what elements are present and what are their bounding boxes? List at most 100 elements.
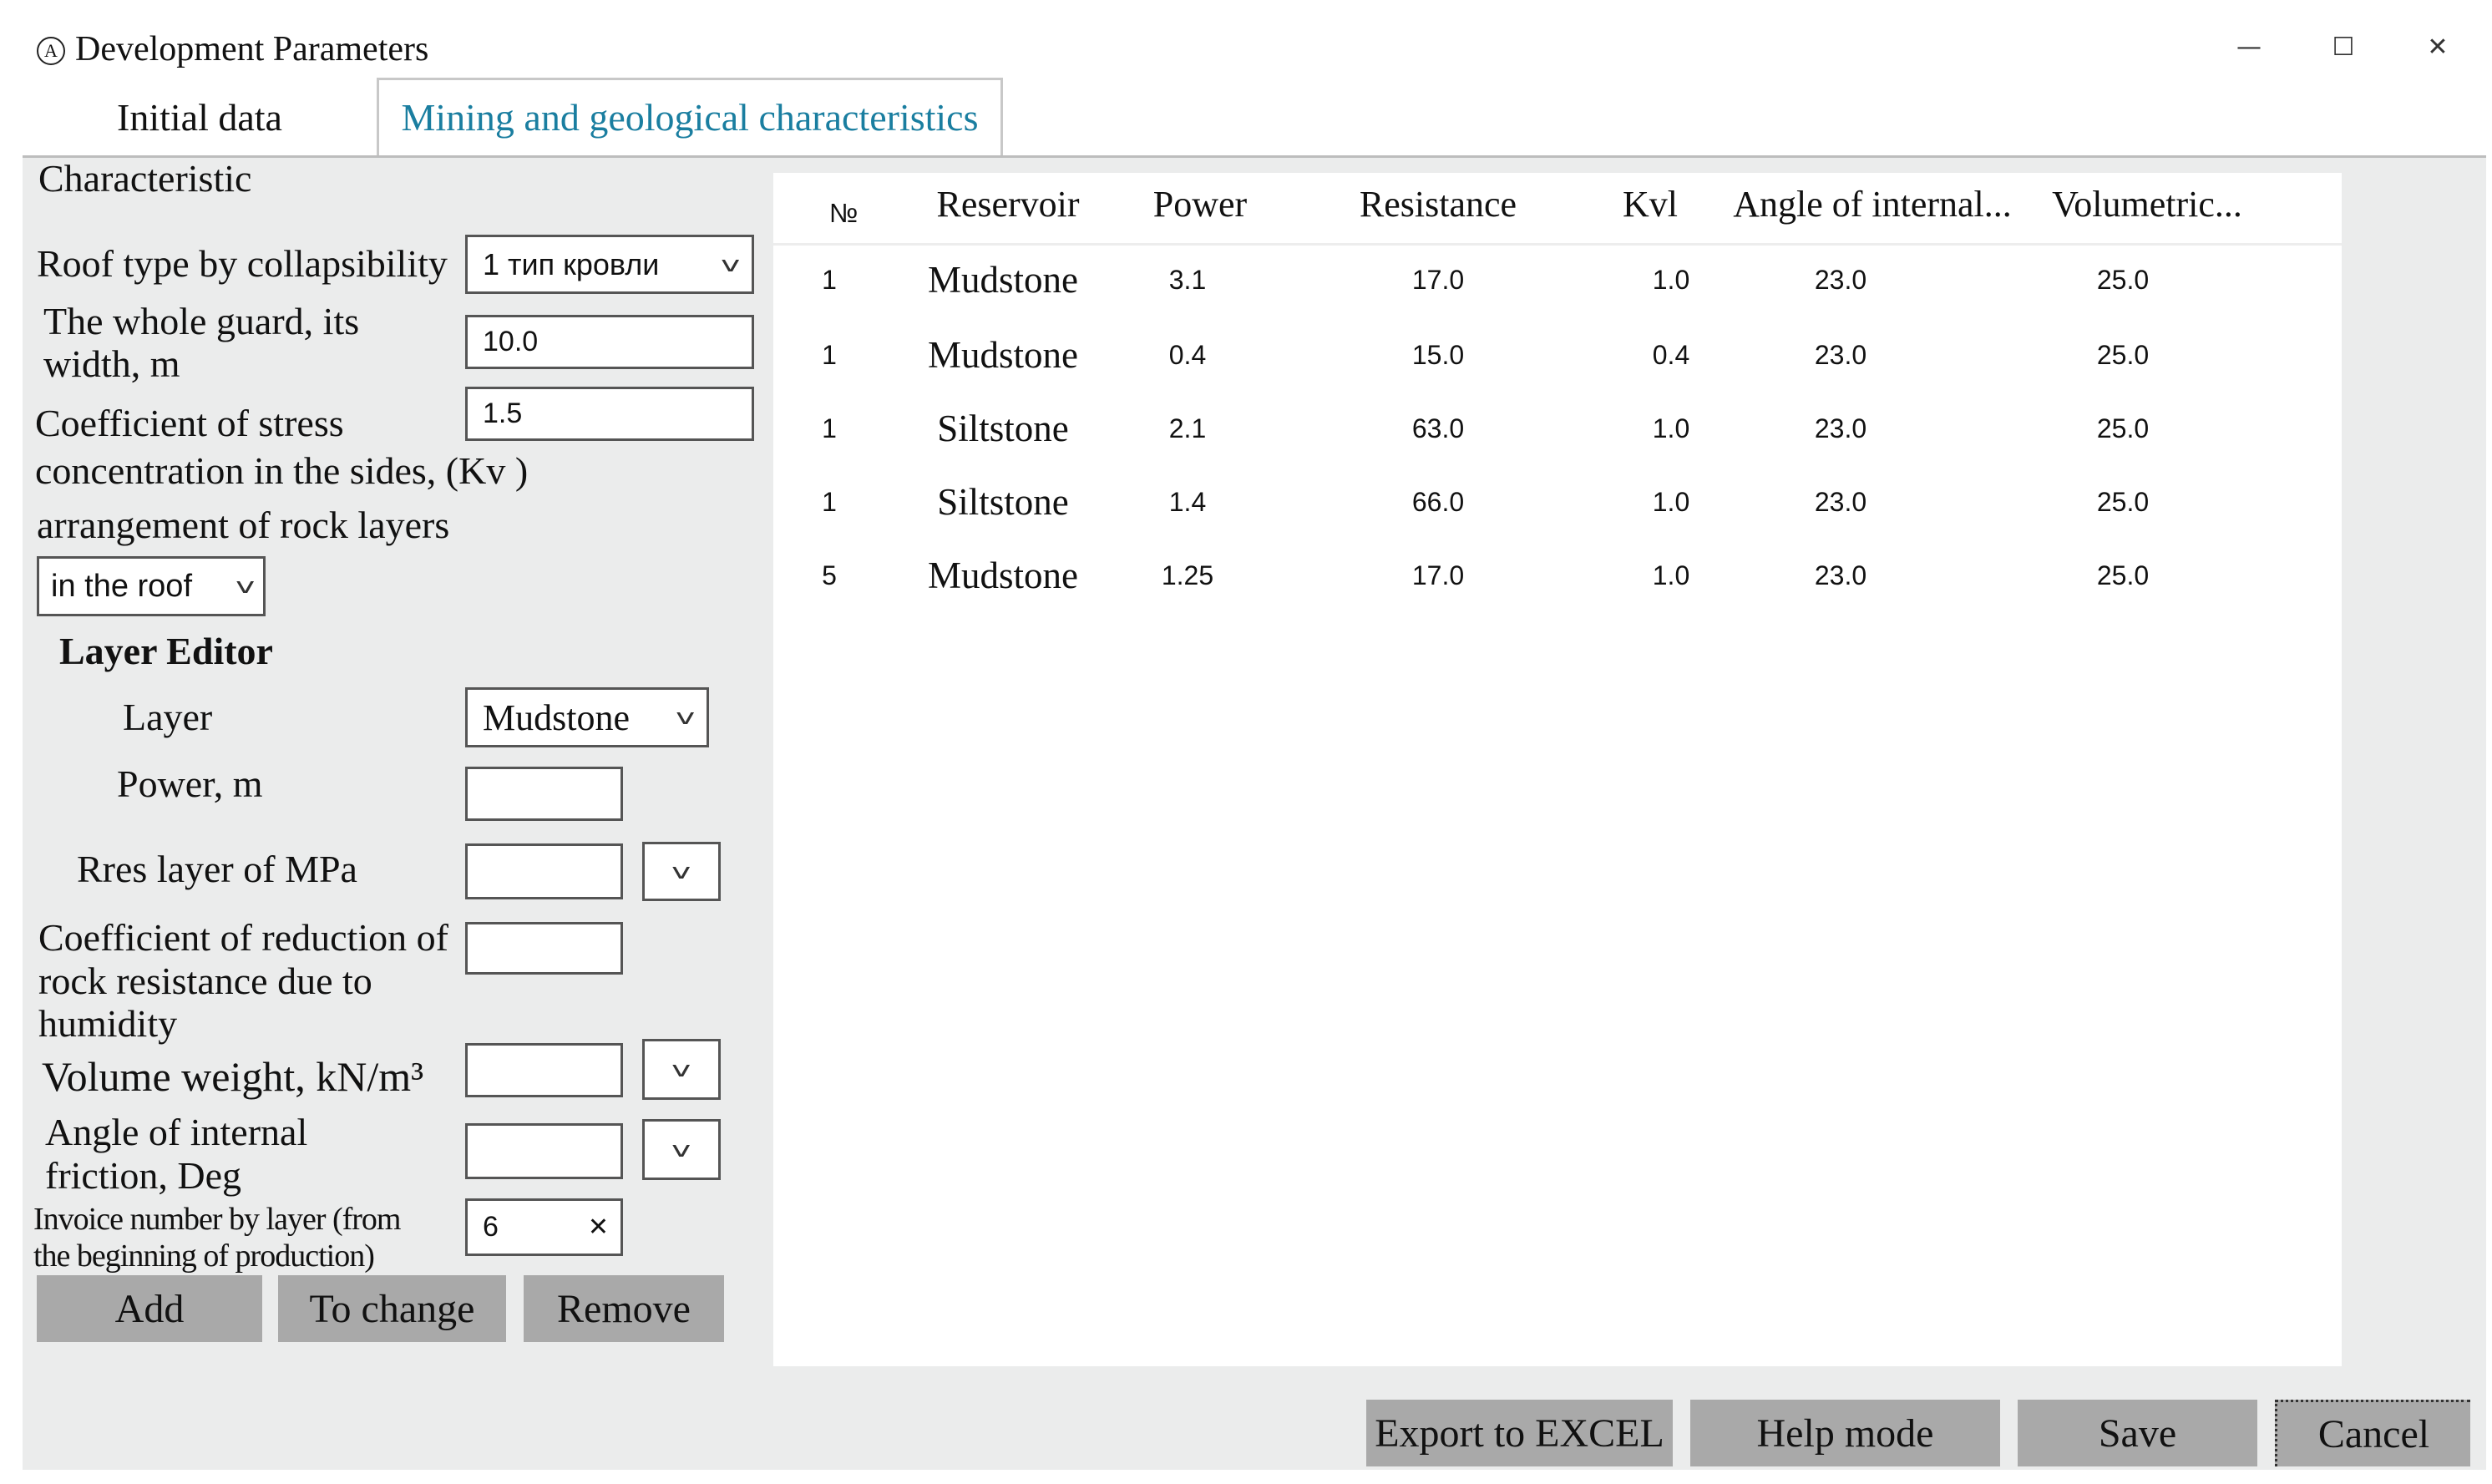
volume-weight-label: Volume weight, kN/m³ [42,1053,424,1100]
guard-width-input[interactable]: 10.0 [465,315,754,369]
chevron-down-icon: v [720,251,740,277]
rres-unit-select[interactable]: v [642,842,721,901]
guard-width-label-1: The whole guard, its [43,300,360,342]
section-title-characteristic: Characteristic [38,157,252,200]
cell-no: 1 [822,265,837,295]
cell-volumetric: 25.0 [2096,265,2150,295]
cell-no: 5 [822,560,837,590]
cell-kvl: 1.0 [1652,265,1690,295]
cell-friction-angle: 23.0 [1814,265,1867,295]
roof-type-label: Roof type by collapsibility [37,242,448,285]
friction-angle-unit-select[interactable]: v [642,1119,721,1180]
cell-reservoir: Mudstone [928,259,1078,301]
cell-kvl: 1.0 [1652,560,1690,590]
cell-volumetric: 25.0 [2096,560,2150,590]
cell-kvl: 1.0 [1652,487,1690,517]
column-header-power[interactable]: Power [1153,182,1247,227]
cell-no: 1 [822,340,837,370]
reduction-coef-label-1: Coefficient of reduction of [38,916,448,959]
invoice-number-label-2: the beginning of production) [33,1238,375,1274]
column-header-volumetric[interactable]: Volumetric... [2052,182,2242,227]
maximize-button[interactable]: ☐ [2318,25,2368,70]
cell-volumetric: 25.0 [2096,340,2150,370]
cell-power: 1.25 [1161,560,1214,590]
cell-power: 1.4 [1168,487,1207,517]
cell-friction-angle: 23.0 [1814,487,1867,517]
invoice-number-input[interactable]: 6 ✕ [465,1198,623,1256]
invoice-number-label-1: Invoice number by layer (from [33,1202,401,1237]
cell-resistance: 17.0 [1411,560,1465,590]
reduction-coef-input[interactable] [465,922,623,975]
cell-resistance: 17.0 [1411,265,1465,295]
cell-resistance: 63.0 [1411,413,1465,443]
tab-mining-geological[interactable]: Mining and geological characteristics [377,78,1003,155]
cancel-button[interactable]: Cancel [2275,1400,2470,1466]
stress-coef-label-1: Coefficient of stress [35,402,344,444]
cell-kvl: 0.4 [1652,340,1690,370]
cell-reservoir: Siltstone [937,481,1069,523]
minimize-button[interactable]: — [2224,25,2274,70]
cell-friction-angle: 23.0 [1814,340,1867,370]
close-button[interactable]: ✕ [2413,25,2463,70]
volume-weight-input[interactable] [465,1043,623,1097]
chevron-down-icon: v [675,705,695,730]
cell-no: 1 [822,487,837,517]
cell-no: 1 [822,413,837,443]
export-excel-button[interactable]: Export to EXCEL [1366,1400,1673,1466]
save-button[interactable]: Save [2018,1400,2257,1466]
cell-resistance: 15.0 [1411,340,1465,370]
roof-type-select[interactable]: 1 тип кровли v [465,235,754,294]
guard-width-label-2: width, m [43,342,180,385]
power-input[interactable] [465,767,623,821]
stress-coef-label-2: concentration in the sides, (Kv ) [35,449,529,492]
cell-power: 0.4 [1168,340,1207,370]
window-title-text: Development Parameters [75,30,429,68]
roof-type-value: 1 тип кровли [483,246,660,281]
friction-angle-input[interactable] [465,1123,623,1179]
tab-initial-data[interactable]: Initial data [23,80,377,155]
chevron-down-icon: v [235,574,255,599]
reduction-coef-label-3: humidity [38,1002,178,1045]
friction-angle-label-2: friction, Deg [45,1154,242,1197]
column-header-reservoir[interactable]: Reservoir [936,182,1079,227]
cell-friction-angle: 23.0 [1814,560,1867,590]
column-header-resistance[interactable]: Resistance [1360,182,1517,227]
arrangement-label: arrangement of rock layers [37,504,450,546]
cell-friction-angle: 23.0 [1814,413,1867,443]
invoice-number-value: 6 [483,1211,499,1243]
column-header-no[interactable]: № [829,190,858,236]
column-header-kvl[interactable]: Kvl [1623,182,1678,227]
volume-weight-unit-select[interactable]: v [642,1039,721,1100]
chevron-down-icon: v [671,1056,691,1082]
remove-button[interactable]: Remove [524,1275,724,1342]
column-header-friction-angle[interactable]: Angle of internal... [1733,182,2012,227]
stress-coef-input[interactable]: 1.5 [465,387,754,441]
layer-select[interactable]: Mudstone v [465,687,709,747]
friction-angle-label-1: Angle of internal [45,1111,308,1153]
cell-reservoir: Siltstone [937,408,1069,449]
change-button[interactable]: To change [278,1275,506,1342]
layer-label: Layer [123,696,213,738]
layer-value: Mudstone [483,696,630,738]
cell-kvl: 1.0 [1652,413,1690,443]
rres-input[interactable] [465,843,623,899]
add-button[interactable]: Add [37,1275,262,1342]
help-mode-button[interactable]: Help mode [1690,1400,2000,1466]
reduction-coef-label-2: rock resistance due to [38,960,372,1002]
rres-label: Rres layer of MPa [77,848,357,890]
power-label: Power, m [117,762,263,805]
cell-volumetric: 25.0 [2096,413,2150,443]
chevron-down-icon: v [671,858,691,884]
chevron-down-icon: v [671,1137,691,1162]
cell-reservoir: Mudstone [928,555,1078,596]
cell-power: 2.1 [1168,413,1207,443]
app-logo-icon: A [37,37,65,65]
layer-editor-title: Layer Editor [59,630,273,672]
cell-reservoir: Mudstone [928,334,1078,376]
window-title: A Development Parameters [37,25,428,73]
clear-icon[interactable]: ✕ [588,1213,609,1242]
cell-power: 3.1 [1168,265,1207,295]
cell-resistance: 66.0 [1411,487,1465,517]
cell-volumetric: 25.0 [2096,487,2150,517]
arrangement-select[interactable]: in the roof v [37,556,266,616]
